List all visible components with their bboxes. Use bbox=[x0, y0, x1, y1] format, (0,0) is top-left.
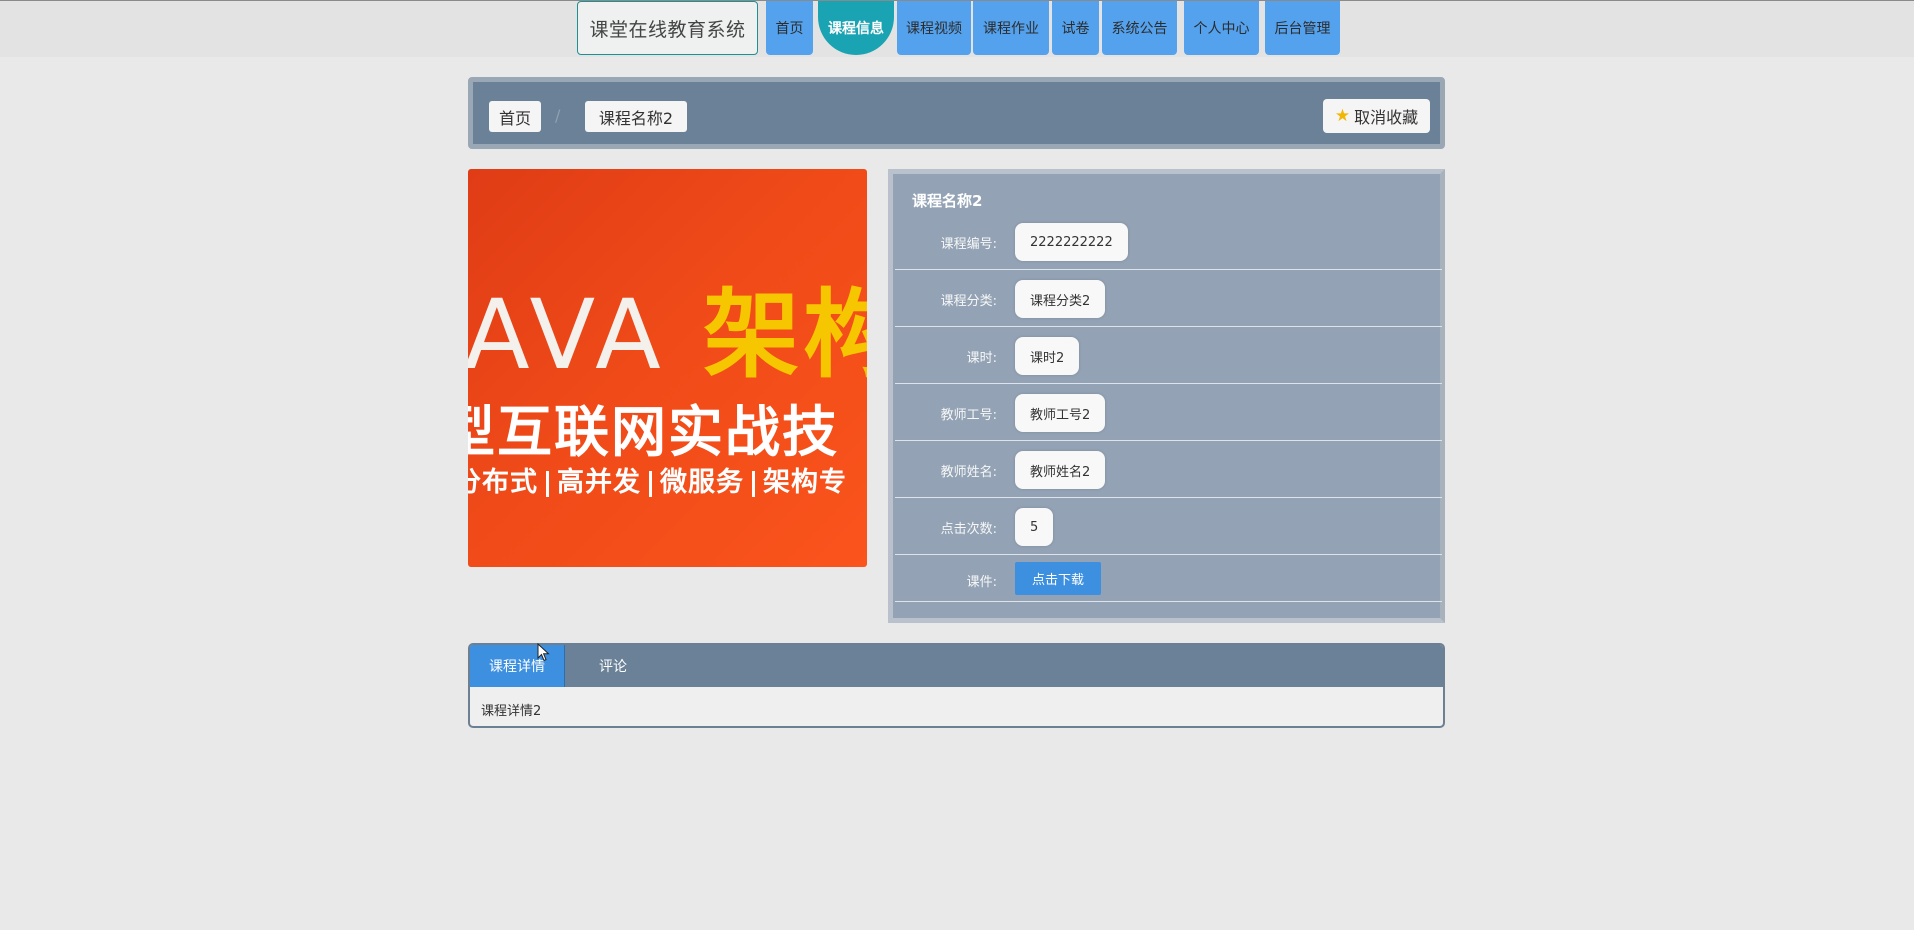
detail-tabs: 课程详情 评论 课程详情2 bbox=[468, 643, 1445, 728]
field-value: 教师姓名2 bbox=[1015, 451, 1106, 489]
field-label: 点击次数: bbox=[940, 522, 997, 537]
unfavorite-button[interactable]: ★ 取消收藏 bbox=[1323, 99, 1430, 133]
field-label: 课时: bbox=[966, 351, 997, 366]
nav-course-info[interactable]: 课程信息 bbox=[818, 1, 894, 55]
tab-comments[interactable]: 评论 bbox=[566, 645, 660, 687]
download-button[interactable]: 点击下载 bbox=[1015, 562, 1101, 595]
cover-tag: 架构专 bbox=[763, 467, 847, 498]
breadcrumb-separator: / bbox=[555, 106, 561, 125]
field-label: 教师姓名: bbox=[940, 465, 997, 480]
course-title: 课程名称2 bbox=[912, 192, 983, 210]
detail-row-teacher-id: 教师工号: 教师工号2 bbox=[895, 384, 1442, 441]
detail-row-hours: 课时: 课时2 bbox=[895, 327, 1442, 384]
field-label: 课件: bbox=[966, 575, 997, 590]
detail-row-course-id: 课程编号: 2222222222 bbox=[895, 213, 1442, 270]
detail-row-teacher-name: 教师姓名: 教师姓名2 bbox=[895, 441, 1442, 498]
field-value: 教师工号2 bbox=[1015, 394, 1106, 432]
site-brand[interactable]: 课堂在线教育系统 bbox=[577, 1, 758, 55]
field-label: 教师工号: bbox=[940, 408, 997, 423]
mouse-cursor-icon bbox=[537, 643, 550, 662]
cover-tag: 分布式 bbox=[468, 467, 538, 498]
detail-row-click-count: 点击次数: 5 bbox=[895, 498, 1442, 555]
breadcrumb-home[interactable]: 首页 bbox=[489, 101, 541, 132]
nav-announcement[interactable]: 系统公告 bbox=[1102, 1, 1177, 55]
course-cover-image: AVA 架构 型互联网实战技 分布式高并发微服务架构专 bbox=[468, 169, 867, 567]
cover-subtitle: 型互联网实战技 bbox=[468, 400, 840, 464]
top-navbar: 课堂在线教育系统 首页 课程信息 课程视频 课程作业 试卷 系统公告 个人中心 … bbox=[0, 0, 1914, 57]
breadcrumb: 首页 / 课程名称2 ★ 取消收藏 bbox=[468, 77, 1445, 149]
breadcrumb-current: 课程名称2 bbox=[585, 101, 687, 132]
field-value: 课程分类2 bbox=[1015, 280, 1106, 318]
field-value: 课时2 bbox=[1015, 337, 1080, 375]
cover-text-cn: 架构 bbox=[703, 278, 867, 391]
field-label: 课程编号: bbox=[940, 237, 997, 252]
nav-admin[interactable]: 后台管理 bbox=[1265, 1, 1340, 55]
field-value: 5 bbox=[1015, 508, 1054, 546]
unfavorite-label: 取消收藏 bbox=[1354, 108, 1419, 127]
nav-course-homework[interactable]: 课程作业 bbox=[973, 1, 1049, 55]
detail-row-courseware: 课件: 点击下载 bbox=[895, 555, 1442, 602]
nav-course-video[interactable]: 课程视频 bbox=[897, 1, 971, 55]
nav-personal-center[interactable]: 个人中心 bbox=[1184, 1, 1259, 55]
tab-header: 课程详情 评论 bbox=[470, 645, 1443, 687]
cover-text-latin: AVA bbox=[468, 279, 667, 391]
tab-content: 课程详情2 bbox=[481, 704, 542, 719]
detail-row-category: 课程分类: 课程分类2 bbox=[895, 270, 1442, 327]
cover-tag: 微服务 bbox=[660, 467, 744, 498]
field-value: 2222222222 bbox=[1015, 223, 1128, 261]
star-icon: ★ bbox=[1334, 106, 1351, 126]
nav-home[interactable]: 首页 bbox=[766, 1, 813, 55]
cover-tag: 高并发 bbox=[557, 467, 641, 498]
nav-exam[interactable]: 试卷 bbox=[1052, 1, 1099, 55]
course-detail-panel: 课程名称2 课程编号: 2222222222 课程分类: 课程分类2 课时: 课… bbox=[888, 169, 1445, 623]
cover-tags: 分布式高并发微服务架构专 bbox=[468, 460, 847, 499]
field-label: 课程分类: bbox=[940, 294, 997, 309]
